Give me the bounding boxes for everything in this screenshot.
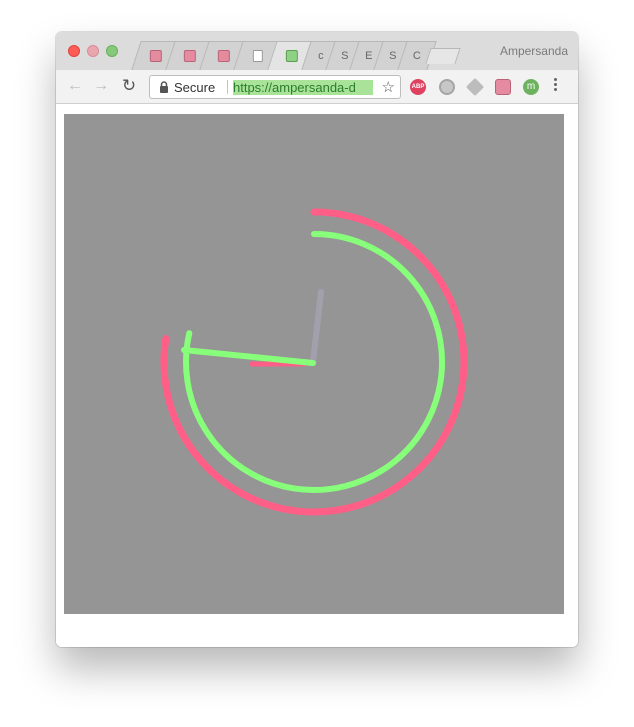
address-bar[interactable]: Secure https://ampersanda-d ☆ <box>149 75 401 99</box>
zoom-window-button[interactable] <box>106 45 118 57</box>
omnibox-divider <box>227 80 228 94</box>
back-arrow-icon[interactable]: ← <box>66 77 84 95</box>
letter-favicon-icon: S <box>341 50 349 62</box>
gray-clock-hand <box>310 289 324 365</box>
browser-window: c S E S C Ampersanda ← → ↻ Secure https:… <box>56 32 578 647</box>
blank-document-icon <box>252 50 263 62</box>
extension-drive-icon[interactable] <box>465 77 485 97</box>
clock-drawing <box>160 208 468 516</box>
green-favicon-icon <box>285 50 298 62</box>
page-content <box>56 104 578 647</box>
adblock-plus-icon[interactable]: ABP <box>410 79 426 95</box>
lock-icon <box>160 81 168 93</box>
pink-favicon-icon <box>183 50 196 62</box>
minimize-window-button[interactable] <box>87 45 99 57</box>
browser-menu-icon[interactable] <box>554 78 558 93</box>
pink-favicon-icon <box>149 50 162 62</box>
green-clock-hand <box>181 347 316 366</box>
letter-favicon-icon: C <box>412 50 421 62</box>
secure-label: Secure <box>174 80 216 95</box>
tab-strip: c S E S C Ampersanda <box>56 32 578 70</box>
window-title: Ampersanda <box>499 44 568 58</box>
extension-m-icon[interactable]: m <box>523 79 539 95</box>
letter-favicon-icon: E <box>365 50 373 62</box>
clock-canvas <box>64 114 564 614</box>
bookmark-star-icon[interactable]: ☆ <box>382 78 395 96</box>
new-tab-button[interactable] <box>425 48 461 64</box>
browser-toolbar: ← → ↻ Secure https://ampersanda-d ☆ ABP … <box>56 70 578 104</box>
pink-favicon-icon <box>217 50 230 62</box>
close-window-button[interactable] <box>68 45 80 57</box>
reload-icon[interactable]: ↻ <box>120 77 138 95</box>
letter-favicon-icon: S <box>389 50 397 62</box>
letter-favicon-icon: c <box>318 50 324 62</box>
forward-arrow-icon[interactable]: → <box>92 77 110 95</box>
extension-pink-icon[interactable] <box>495 79 511 95</box>
url-text[interactable]: https://ampersanda-d <box>233 80 373 95</box>
extension-gear-icon[interactable] <box>439 79 455 95</box>
